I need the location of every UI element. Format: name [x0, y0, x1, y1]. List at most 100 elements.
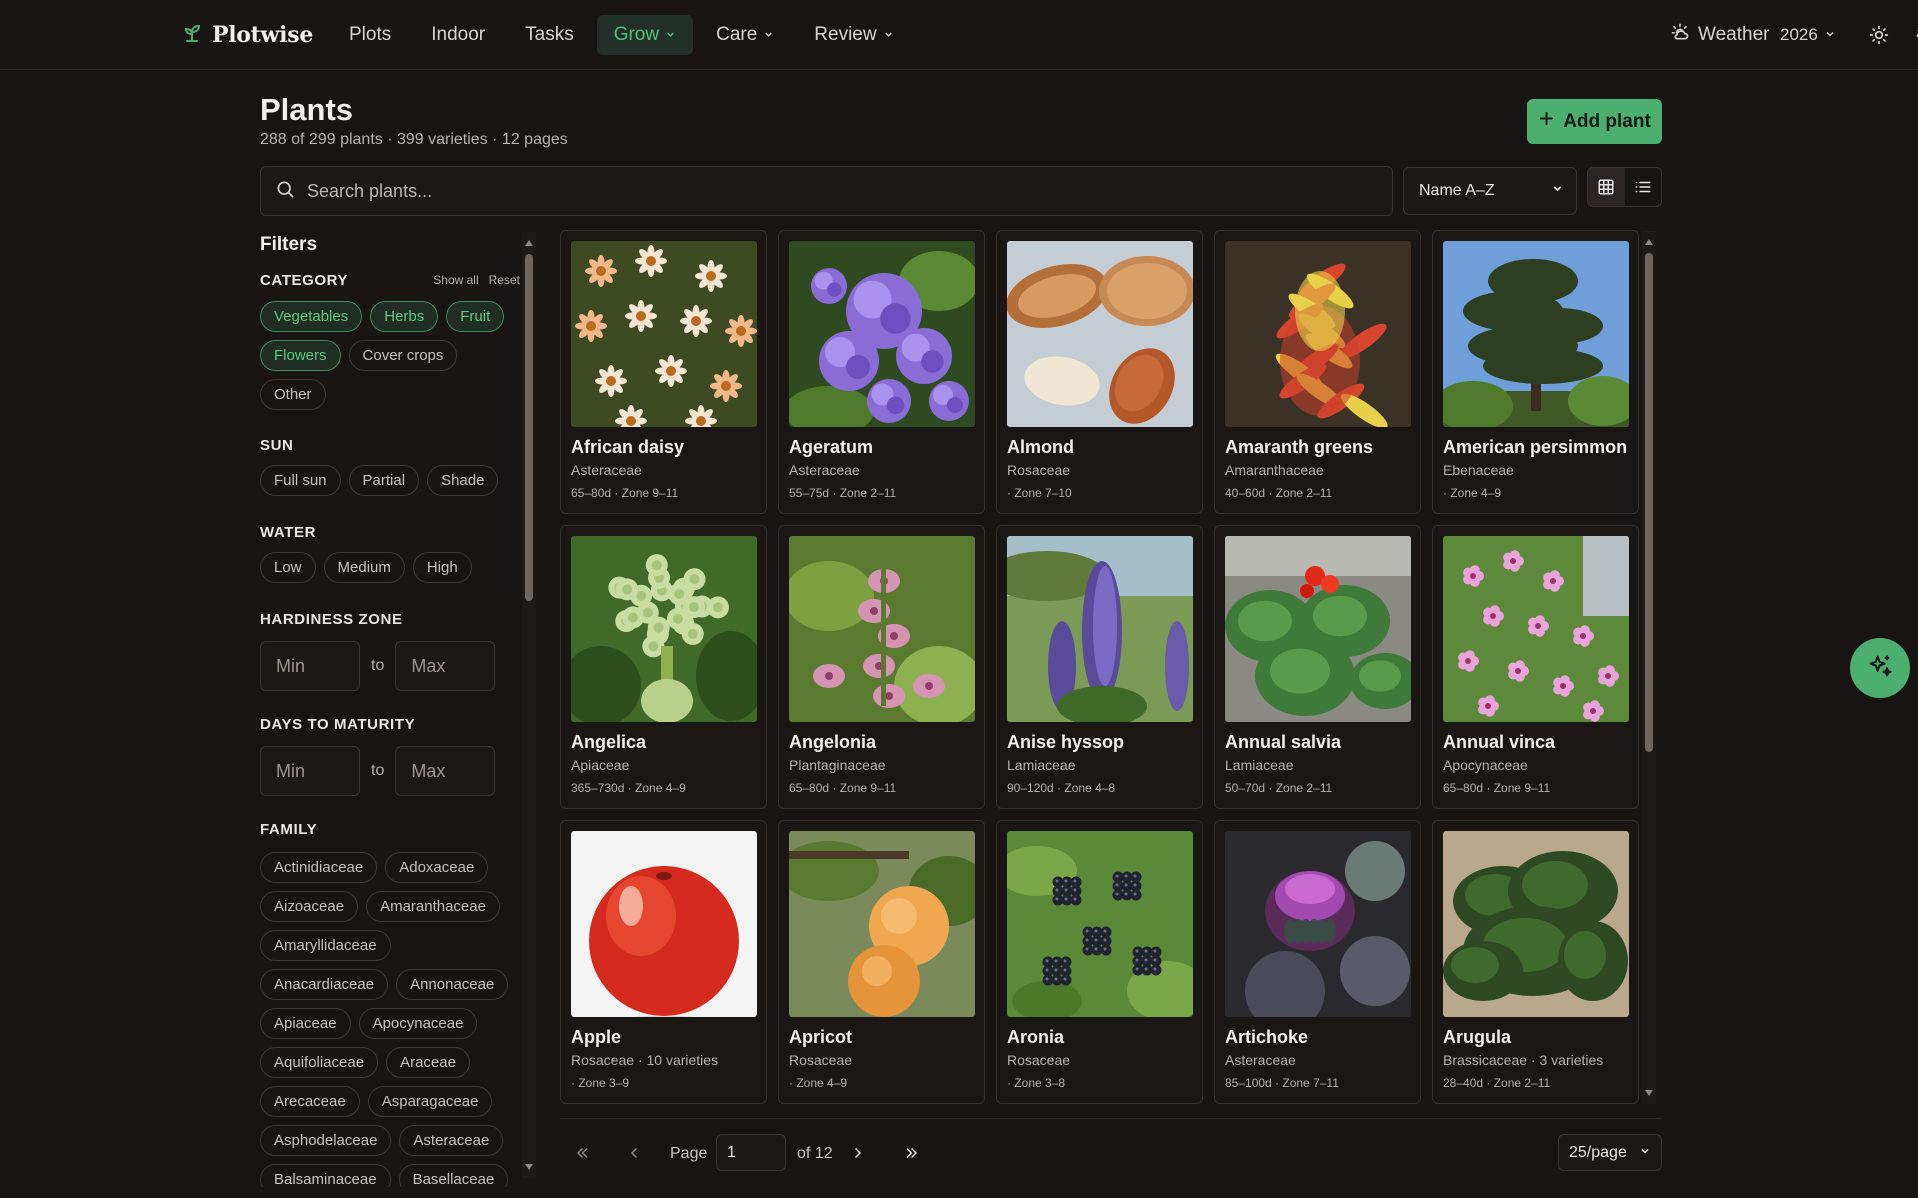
page-subtitle: 288 of 299 plants · 399 varieties · 12 p…	[260, 131, 568, 149]
family-chip-adoxaceae[interactable]: Adoxaceae	[385, 852, 488, 883]
family-chip-amaranthaceae[interactable]: Amaranthaceae	[366, 891, 500, 922]
last-page-icon[interactable]	[900, 1141, 924, 1165]
plant-family: Apocynaceae	[1443, 757, 1528, 773]
family-chip-asteraceae[interactable]: Asteraceae	[399, 1125, 503, 1156]
water-chip-high[interactable]: High	[413, 552, 472, 583]
nav-care[interactable]: Care	[699, 15, 791, 55]
nav-tasks[interactable]: Tasks	[508, 15, 591, 55]
sort-select[interactable]: Name A–Z	[1403, 167, 1577, 215]
plant-card[interactable]: Artichoke Asteraceae 85–100d · Zone 7–11	[1214, 820, 1421, 1104]
list-view-icon[interactable]	[1625, 168, 1662, 206]
family-chip-apiaceae[interactable]: Apiaceae	[260, 1008, 351, 1039]
plant-card[interactable]: Almond Rosaceae · Zone 7–10	[996, 230, 1203, 514]
family-chip-amaryllidaceae[interactable]: Amaryllidaceae	[260, 930, 391, 961]
family-chip-actinidiaceae[interactable]: Actinidiaceae	[260, 852, 377, 883]
search-input[interactable]	[307, 181, 1307, 202]
family-chip-araceae[interactable]: Araceae	[386, 1047, 470, 1078]
category-chip-cover-crops[interactable]: Cover crops	[349, 340, 458, 371]
plant-card[interactable]: Anise hyssop Lamiaceae 90–120d · Zone 4–8	[996, 525, 1203, 809]
category-chip-flowers[interactable]: Flowers	[260, 340, 341, 371]
category-chip-other[interactable]: Other	[260, 379, 326, 410]
sparkle-icon	[1866, 652, 1894, 685]
plant-card[interactable]: Annual salvia Lamiaceae 50–70d · Zone 2–11	[1214, 525, 1421, 809]
family-chip-aquifoliaceae[interactable]: Aquifoliaceae	[260, 1047, 378, 1078]
plant-card[interactable]: Angelonia Plantaginaceae 65–80d · Zone 9–1…	[778, 525, 985, 809]
plant-card[interactable]: Ageratum Asteraceae 55–75d · Zone 2–11	[778, 230, 985, 514]
maturity-max-input[interactable]	[395, 746, 495, 796]
plant-family: Rosaceae	[789, 1052, 852, 1068]
chevron-down-icon	[1551, 182, 1564, 200]
zone-max-input[interactable]	[395, 641, 495, 691]
plant-name: Artichoke	[1225, 1027, 1308, 1048]
ai-assistant-button[interactable]	[1850, 638, 1910, 698]
category-chip-fruit[interactable]: Fruit	[446, 301, 504, 332]
grid-scrollbar[interactable]	[1642, 231, 1656, 1104]
family-chip-anacardiaceae[interactable]: Anacardiaceae	[260, 969, 388, 1000]
family-chip-annonaceae[interactable]: Annonaceae	[396, 969, 508, 1000]
water-chip-low[interactable]: Low	[260, 552, 316, 583]
plant-photo	[789, 536, 975, 722]
per-page-select[interactable]: 25/page	[1558, 1134, 1662, 1171]
plant-family: Asteraceae	[1225, 1052, 1296, 1068]
nav-review[interactable]: Review	[797, 15, 910, 55]
family-chip-apocynaceae[interactable]: Apocynaceae	[359, 1008, 478, 1039]
plant-card[interactable]: American persimmon Ebenaceae · Zone 4–9	[1432, 230, 1639, 514]
plant-name: Apple	[571, 1027, 621, 1048]
plant-card[interactable]: Apple Rosaceae · 10 varieties · Zone 3–9	[560, 820, 767, 1104]
year-select[interactable]: 2026	[1780, 15, 1836, 55]
family-chip-basellaceae[interactable]: Basellaceae	[399, 1164, 509, 1187]
first-page-icon[interactable]	[570, 1141, 594, 1165]
brand-logo[interactable]: Plotwise	[180, 20, 313, 50]
family-chip-asparagaceae[interactable]: Asparagaceae	[368, 1086, 493, 1117]
plant-card[interactable]: Arugula Brassicaceae · 3 varieties 28–40d …	[1432, 820, 1639, 1104]
add-plant-button[interactable]: Add plant	[1527, 99, 1662, 144]
family-chip-arecaceae[interactable]: Arecaceae	[260, 1086, 360, 1117]
category-chip-herbs[interactable]: Herbs	[370, 301, 438, 332]
nav-grow[interactable]: Grow	[597, 15, 693, 55]
plant-card[interactable]: Amaranth greens Amaranthaceae 40–60d · Zon…	[1214, 230, 1421, 514]
plant-card[interactable]: Aronia Rosaceae · Zone 3–8	[996, 820, 1203, 1104]
sun-chip-shade[interactable]: Shade	[427, 465, 498, 496]
water-chip-medium[interactable]: Medium	[324, 552, 405, 583]
theme-toggle-icon[interactable]	[1867, 23, 1891, 47]
sun-chip-full-sun[interactable]: Full sun	[260, 465, 341, 496]
weather-button[interactable]: Weather	[1670, 15, 1769, 55]
add-plant-label: Add plant	[1563, 111, 1651, 133]
prev-page-icon[interactable]	[622, 1141, 646, 1165]
sun-cloud-icon	[1670, 22, 1690, 48]
zone-min-input[interactable]	[260, 641, 360, 691]
category-actions: Show all Reset	[433, 273, 520, 287]
plant-meta: · Zone 4–9	[789, 1076, 847, 1090]
plant-meta: 55–75d · Zone 2–11	[789, 486, 896, 500]
filters-scrollbar[interactable]	[522, 232, 536, 1178]
show-all-link[interactable]: Show all	[433, 273, 478, 287]
plant-meta: · Zone 3–9	[571, 1076, 629, 1090]
page-number-input[interactable]	[716, 1134, 786, 1171]
next-page-icon[interactable]	[846, 1141, 870, 1165]
plant-name: Anise hyssop	[1007, 732, 1124, 753]
reset-link[interactable]: Reset	[489, 273, 520, 287]
family-chip-asphodelaceae[interactable]: Asphodelaceae	[260, 1125, 391, 1156]
plant-card[interactable]: Angelica Apiaceae 365–730d · Zone 4–9	[560, 525, 767, 809]
maturity-min-input[interactable]	[260, 746, 360, 796]
plant-meta: · Zone 4–9	[1443, 486, 1501, 500]
nav-indoor[interactable]: Indoor	[414, 15, 502, 55]
plant-meta: 65–80d · Zone 9–11	[1443, 781, 1550, 795]
plant-family: Plantaginaceae	[789, 757, 886, 773]
plant-photo	[789, 831, 975, 1017]
grid-view-icon[interactable]	[1588, 168, 1625, 206]
category-chip-vegetables[interactable]: Vegetables	[260, 301, 362, 332]
family-chip-aizoaceae[interactable]: Aizoaceae	[260, 891, 358, 922]
family-heading: FAMILY	[260, 821, 317, 838]
family-chip-balsaminaceae[interactable]: Balsaminaceae	[260, 1164, 391, 1187]
sun-chip-partial[interactable]: Partial	[349, 465, 420, 496]
nav-plots[interactable]: Plots	[332, 15, 408, 55]
plant-name: Angelonia	[789, 732, 876, 753]
nav-label: Plots	[349, 24, 391, 46]
water-heading: WATER	[260, 524, 316, 541]
plant-card[interactable]: Annual vinca Apocynaceae 65–80d · Zone 9–1…	[1432, 525, 1639, 809]
plant-meta: 28–40d · Zone 2–11	[1443, 1076, 1550, 1090]
settings-gear-icon[interactable]	[1912, 23, 1918, 47]
plant-card[interactable]: Apricot Rosaceae · Zone 4–9	[778, 820, 985, 1104]
plant-card[interactable]: African daisy Asteraceae 65–80d · Zone 9–1…	[560, 230, 767, 514]
